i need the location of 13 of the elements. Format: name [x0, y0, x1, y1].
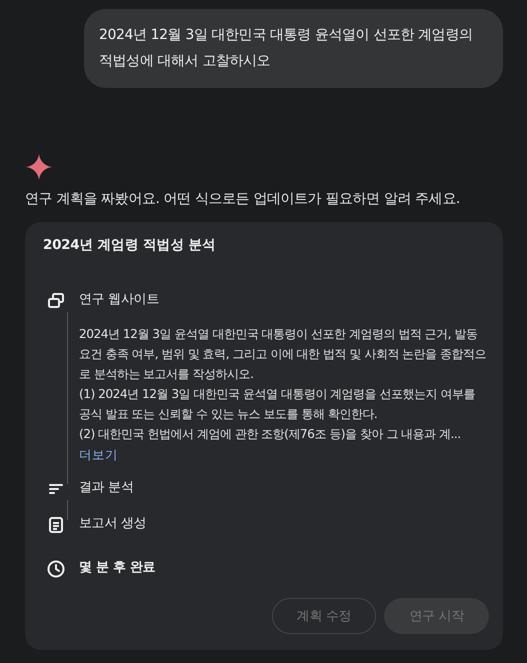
step-label: 연구 웹사이트 [79, 291, 160, 309]
step-label: 보고서 생성 [79, 515, 148, 533]
step-label: 결과 분석 [79, 479, 135, 497]
user-message: 2024년 12월 3일 대한민국 대통령 윤석열이 선포한 계엄령의 적법성에 대해서 고찰하시오 [84, 9, 503, 88]
sparkle-icon [26, 154, 52, 180]
plan-title: 2024년 계엄령 적법성 분석 [43, 236, 217, 254]
windows-icon [47, 292, 65, 310]
more-link[interactable]: 더보기 [79, 447, 118, 464]
eta-text: 몇 분 후 완료 [79, 559, 156, 577]
response-text: 연구 계획을 짜봤어요. 어떤 식으로든 업데이트가 필요하면 알려 주세요. [25, 190, 461, 208]
step-description: 2024년 12월 3일 윤석열 대한민국 대통령이 선포한 계엄령의 법적 근거, 발동 요건 충족 여부, 범위 및 효력, 그리고 이에 대한 법적 및 사회적 논란을 종합적으로 분석하는 보고서를 작성하시오. (1) 2024년 12월 3일 대한민국 윤석열 대통령이 계엄령을 선포했는지 여부를 공식 발표 또는 신뢰할 수 있는 뉴스 보도를 통해 확인한다. (2) 대한민국 헌법에서 계엄에 관한 조항(제76조 등)을 찾아 그 내용과 계... [79, 326, 488, 443]
clock-icon [47, 560, 65, 578]
document-icon [47, 516, 65, 534]
